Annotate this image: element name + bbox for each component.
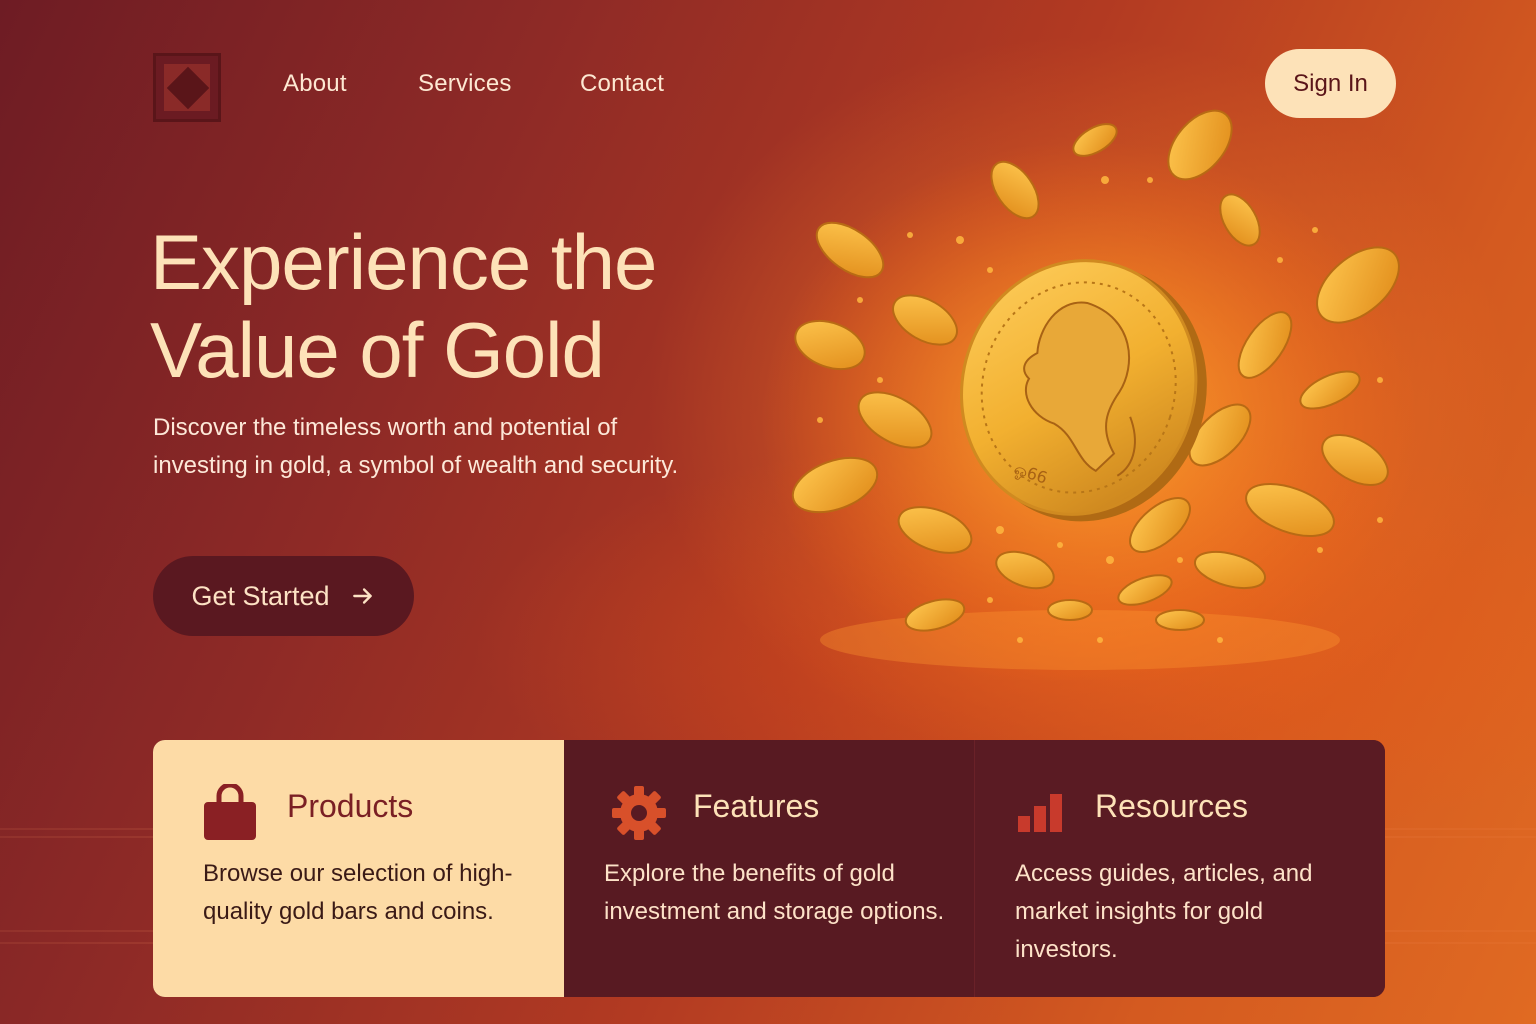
card-features[interactable]: Features Explore the benefits of gold in… [564, 740, 975, 997]
arrow-right-icon [352, 588, 372, 604]
gold-coins-illustration: ஓ66 [760, 109, 1420, 680]
hero-subtitle: Discover the timeless worth and potentia… [153, 414, 679, 479]
gear-icon [612, 786, 666, 840]
nav-link-services[interactable]: Services [418, 70, 512, 98]
feature-cards: Products Browse our selection of high-qu… [153, 740, 1385, 997]
card-title: Resources [1095, 788, 1248, 824]
bar-chart-icon [1018, 794, 1062, 832]
hero-title: Experience the Value of Gold [150, 218, 770, 394]
hero-title-line2: Value of Gold [150, 306, 605, 394]
card-description: Explore the benefits of gold investment … [604, 860, 945, 925]
nav-link-contact[interactable]: Contact [580, 70, 664, 98]
get-started-label: Get Started [191, 580, 330, 611]
shopping-bag-icon [204, 784, 256, 840]
card-description: Access guides, articles, and market insi… [1015, 860, 1313, 963]
get-started-button[interactable]: Get Started [153, 556, 414, 636]
hero-title-line1: Experience the [150, 218, 657, 306]
card-resources[interactable]: Resources Access guides, articles, and m… [975, 740, 1385, 997]
card-description: Browse our selection of high-quality gol… [203, 860, 513, 925]
card-title: Products [287, 788, 414, 824]
card-products[interactable]: Products Browse our selection of high-qu… [153, 740, 564, 997]
logo-icon[interactable] [153, 53, 221, 122]
nav-link-about[interactable]: About [283, 70, 347, 98]
card-title: Features [693, 788, 820, 824]
